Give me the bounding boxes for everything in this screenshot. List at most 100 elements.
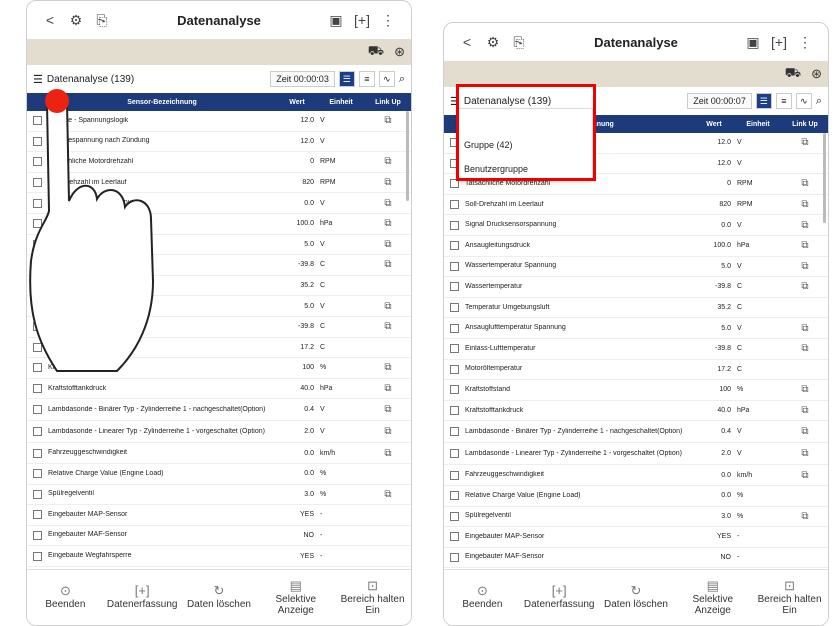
bottom-button-3[interactable]: ▤ Selektive Anzeige xyxy=(257,570,334,625)
row-checkbox[interactable] xyxy=(450,427,459,437)
row-checkbox[interactable] xyxy=(450,220,459,230)
linkup-icon[interactable]: ⧉ xyxy=(365,404,411,415)
bottom-button-0[interactable]: ⊙ Beenden xyxy=(444,570,521,625)
table-row[interactable]: Einlass-Lufttemperatur -39.8 C ⧉ xyxy=(444,339,828,360)
linkup-icon[interactable]: ⧉ xyxy=(782,448,828,459)
table-row[interactable]: Lambdasonde - Binärer Typ - Zylinderreih… xyxy=(27,399,411,422)
text-view-icon[interactable]: ≡ xyxy=(358,71,375,87)
row-checkbox[interactable] xyxy=(33,530,42,540)
table-row[interactable]: Spülregelventil 3.0 % ⧉ xyxy=(444,507,828,528)
table-row[interactable]: Relative Charge Value (Engine Load) 0.0 … xyxy=(27,464,411,485)
header-linkup[interactable]: Link Up xyxy=(365,99,411,106)
bottom-button-3[interactable]: ▤ Selektive Anzeige xyxy=(674,570,751,625)
row-checkbox[interactable] xyxy=(450,552,459,562)
row-checkbox[interactable] xyxy=(33,510,42,520)
row-checkbox[interactable] xyxy=(33,448,42,458)
linkup-icon[interactable]: ⧉ xyxy=(782,470,828,481)
row-checkbox[interactable] xyxy=(450,200,459,210)
table-row[interactable]: Eingebauter MAP-Sensor YES - xyxy=(444,527,828,548)
row-checkbox[interactable] xyxy=(450,364,459,374)
linkup-icon[interactable]: ⧉ xyxy=(365,198,411,209)
table-row[interactable]: Eingebauter MAP-Sensor YES - xyxy=(27,505,411,526)
row-checkbox[interactable] xyxy=(450,282,459,292)
bottom-button-2[interactable]: ↻ Daten löschen xyxy=(598,570,675,625)
fullscreen-icon[interactable]: [+] xyxy=(349,12,375,28)
table-row[interactable]: Motoröltemperatur 17.2 C xyxy=(444,360,828,381)
table-row[interactable]: Ansauglufttemperatur Spannung 5.0 V ⧉ xyxy=(444,318,828,339)
table-row[interactable]: Kraftstofftankdruck 40.0 hPa ⧉ xyxy=(27,379,411,400)
header-unit[interactable]: Einheit xyxy=(734,121,782,128)
more-icon[interactable]: ⋮ xyxy=(375,12,401,29)
linkup-icon[interactable]: ⧉ xyxy=(365,426,411,437)
table-row[interactable]: Spülregelventil 3.0 % ⧉ xyxy=(27,485,411,506)
graph-view-icon[interactable]: ∿ xyxy=(795,93,812,109)
table-row[interactable]: Fahrzeuggeschwindigkeit 0.0 km/h ⧉ xyxy=(444,465,828,486)
text-view-icon[interactable]: ≡ xyxy=(775,93,792,109)
linkup-icon[interactable]: ⧉ xyxy=(782,405,828,416)
export-icon[interactable]: ⎘ xyxy=(506,34,532,51)
row-checkbox[interactable] xyxy=(33,427,42,437)
table-row[interactable]: Wassertemperatur -39.8 C ⧉ xyxy=(444,277,828,298)
table-row[interactable]: Relative Charge Value (Engine Load) 0.0 … xyxy=(444,486,828,507)
linkup-icon[interactable]: ⧉ xyxy=(365,362,411,373)
search-icon[interactable]: ⌕ xyxy=(816,95,822,108)
table-row[interactable]: Signal Drucksensorspannung 0.0 V ⧉ xyxy=(444,215,828,236)
linkup-icon[interactable]: ⧉ xyxy=(365,115,411,126)
search-icon[interactable]: ⌕ xyxy=(399,73,405,86)
row-checkbox[interactable] xyxy=(33,489,42,499)
graph-view-icon[interactable]: ∿ xyxy=(378,71,395,87)
bottom-button-4[interactable]: ⊡ Bereich halten Ein xyxy=(751,570,828,625)
row-checkbox[interactable] xyxy=(450,323,459,333)
row-checkbox[interactable] xyxy=(450,511,459,521)
linkup-icon[interactable]: ⧉ xyxy=(782,261,828,272)
table-row[interactable]: Soll-Drehzahl im Leerlauf 820 RPM ⧉ xyxy=(444,195,828,216)
linkup-icon[interactable]: ⧉ xyxy=(365,259,411,270)
row-checkbox[interactable] xyxy=(450,303,459,313)
back-icon[interactable]: < xyxy=(37,12,63,28)
settings-icon[interactable]: ⊛ xyxy=(811,66,822,82)
row-checkbox[interactable] xyxy=(450,385,459,395)
fullscreen-icon[interactable]: [+] xyxy=(766,34,792,50)
settings-icon[interactable]: ⊛ xyxy=(394,44,405,60)
linkup-icon[interactable]: ⧉ xyxy=(365,177,411,188)
linkup-icon[interactable]: ⧉ xyxy=(365,239,411,250)
row-checkbox[interactable] xyxy=(450,261,459,271)
row-checkbox[interactable] xyxy=(33,469,42,479)
header-linkup[interactable]: Link Up xyxy=(782,121,828,128)
linkup-icon[interactable]: ⧉ xyxy=(365,383,411,394)
linkup-icon[interactable]: ⧉ xyxy=(782,240,828,251)
table-row[interactable]: Eingebaute Wegfahrsperre YES - xyxy=(27,546,411,567)
header-unit[interactable]: Einheit xyxy=(317,99,365,106)
table-row[interactable]: Ansaugleitungsdruck 100.0 hPa ⧉ xyxy=(444,236,828,257)
table-row[interactable]: Eingebauter MAF-Sensor NO - xyxy=(27,526,411,547)
table-row[interactable]: Lambdasonde - Linearer Typ - Zylinderrei… xyxy=(27,421,411,444)
scrollbar[interactable] xyxy=(406,111,409,201)
linkup-icon[interactable]: ⧉ xyxy=(782,178,828,189)
car-icon[interactable]: ⛟ xyxy=(785,65,801,83)
linkup-icon[interactable]: ⧉ xyxy=(365,489,411,500)
linkup-icon[interactable]: ⧉ xyxy=(782,281,828,292)
bottom-button-0[interactable]: ⊙ Beenden xyxy=(27,570,104,625)
linkup-icon[interactable]: ⧉ xyxy=(782,220,828,231)
row-checkbox[interactable] xyxy=(450,532,459,542)
linkup-icon[interactable]: ⧉ xyxy=(782,323,828,334)
table-row[interactable]: Wassertemperatur Spannung 5.0 V ⧉ xyxy=(444,257,828,278)
camera-icon[interactable]: ▣ xyxy=(740,34,766,51)
bottom-button-1[interactable]: [+] Datenerfassung xyxy=(104,570,181,625)
car-icon[interactable]: ⛟ xyxy=(368,43,384,61)
row-checkbox[interactable] xyxy=(450,241,459,251)
bottom-button-1[interactable]: [+] Datenerfassung xyxy=(521,570,598,625)
camera-icon[interactable]: ▣ xyxy=(323,12,349,29)
row-checkbox[interactable] xyxy=(450,406,459,416)
linkup-icon[interactable]: ⧉ xyxy=(782,199,828,210)
linkup-icon[interactable]: ⧉ xyxy=(365,321,411,332)
bottom-button-2[interactable]: ↻ Daten löschen xyxy=(181,570,258,625)
linkup-icon[interactable]: ⧉ xyxy=(782,137,828,148)
linkup-icon[interactable]: ⧉ xyxy=(365,156,411,167)
bottom-button-4[interactable]: ⊡ Bereich halten Ein xyxy=(334,570,411,625)
back-icon[interactable]: < xyxy=(454,34,480,50)
row-checkbox[interactable] xyxy=(450,491,459,501)
linkup-icon[interactable]: ⧉ xyxy=(782,343,828,354)
linkup-icon[interactable]: ⧉ xyxy=(365,448,411,459)
linkup-icon[interactable]: ⧉ xyxy=(782,384,828,395)
